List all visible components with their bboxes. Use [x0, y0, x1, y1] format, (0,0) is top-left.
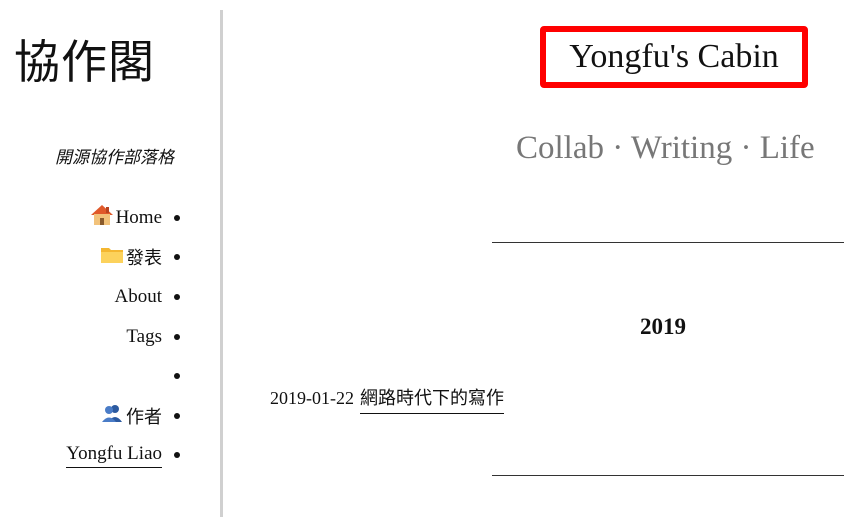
nav-item-author-yongfu[interactable]: Yongfu Liao: [66, 436, 180, 476]
folder-icon: [100, 244, 124, 270]
site-title[interactable]: Yongfu's Cabin: [569, 38, 779, 76]
nav-item-about[interactable]: About: [66, 277, 180, 317]
sidebar: 協作閣 開源協作部落格 Home 發表 About Tags 作者 Yongfu…: [0, 0, 222, 517]
nav-item-home[interactable]: Home: [66, 198, 180, 238]
nav-link-tags[interactable]: Tags: [126, 326, 162, 348]
nav-item-tags[interactable]: Tags: [66, 317, 180, 357]
nav-link-posts[interactable]: 發表: [126, 244, 162, 270]
post-list-item: 2019-01-22 網路時代下的寫作: [270, 384, 504, 414]
main-content: Yongfu's Cabin Collab · Writing · Life 2…: [222, 0, 856, 517]
divider-top: [492, 242, 844, 243]
nav-link-yongfu-liao[interactable]: Yongfu Liao: [66, 443, 162, 468]
nav-item-authors[interactable]: 作者: [66, 396, 180, 436]
nav-link-home[interactable]: Home: [116, 207, 162, 229]
site-subtitle: Collab · Writing · Life: [516, 130, 815, 166]
people-icon: [100, 403, 124, 429]
house-icon: [90, 204, 114, 232]
site-logo[interactable]: 協作閣: [14, 30, 155, 94]
nav-item-empty: [66, 356, 180, 396]
post-title-link[interactable]: 網路時代下的寫作: [360, 384, 504, 414]
nav-link-authors[interactable]: 作者: [126, 403, 162, 429]
site-title-highlight: Yongfu's Cabin: [540, 26, 808, 88]
divider-bottom: [492, 475, 844, 476]
nav-item-posts[interactable]: 發表: [66, 238, 180, 278]
sidebar-nav: Home 發表 About Tags 作者 Yongfu Liao: [66, 198, 180, 476]
nav-link-about[interactable]: About: [115, 286, 163, 308]
archive-year-heading: 2019: [640, 314, 686, 339]
post-date: 2019-01-22: [270, 388, 354, 408]
site-tagline: 開源協作部落格: [55, 148, 174, 168]
